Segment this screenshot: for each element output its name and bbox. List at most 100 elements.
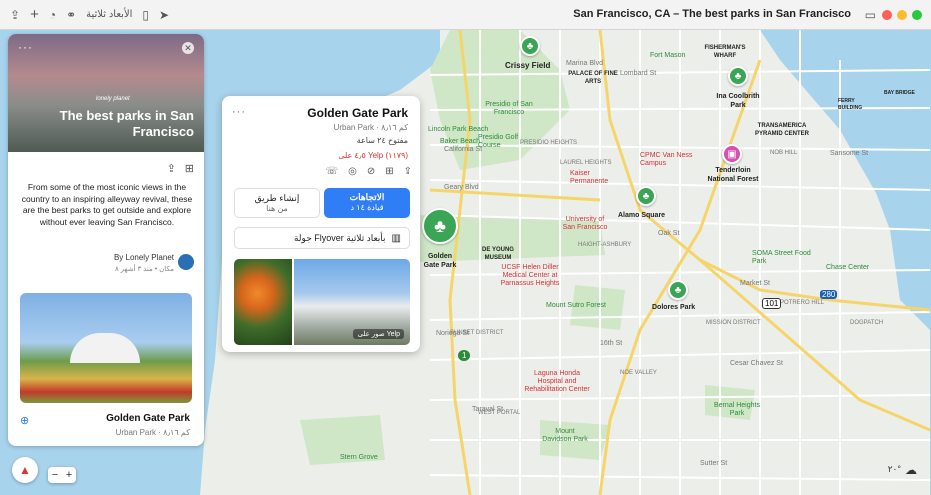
card-subtitle: Urban Park · كم ٨٫١٦: [333, 123, 408, 132]
map-label-dolores-park[interactable]: Dolores Park: [652, 304, 695, 311]
map-label-bay-bridge[interactable]: BAY BRIDGE: [884, 90, 915, 96]
sidebar-toggle-icon[interactable]: ▭: [865, 5, 876, 25]
add-icon[interactable]: +: [30, 5, 39, 25]
photo-flowers[interactable]: [234, 259, 292, 345]
place-subtitle: Urban Park · كم ٨٫١٦: [115, 428, 190, 437]
zoom-in-button[interactable]: +: [66, 469, 72, 481]
add-icon[interactable]: ⊞: [385, 166, 393, 177]
map-label-ucsf[interactable]: UCSF Helen Diller Medical Center at Parn…: [500, 264, 560, 288]
map-label-crissy-field[interactable]: Crissy Field: [505, 61, 550, 70]
map-label-mission[interactable]: MISSION DISTRICT: [706, 320, 761, 326]
street-label: Market St: [740, 280, 770, 287]
map-label-soma-food-park[interactable]: SOMA Street Food Park: [752, 250, 822, 266]
website-icon[interactable]: ◎: [348, 166, 357, 177]
map-label-laguna-honda[interactable]: Laguna Honda Hospital and Rehabilitation…: [522, 370, 592, 394]
map-label-baker-beach[interactable]: Baker Beach: [440, 138, 480, 145]
street-label: Noriega St: [436, 330, 470, 337]
map-label-stern-grove[interactable]: Stern Grove: [340, 454, 378, 461]
map-label-presidio[interactable]: Presidio of San Francisco: [484, 101, 534, 117]
map-label-bernal-heights[interactable]: Bernal Heights Park: [712, 402, 762, 418]
threed-button[interactable]: الأبعاد ثلاثية: [86, 5, 132, 25]
street-label: Sansome St: [830, 150, 869, 157]
guide-hero-image: ··· ✕ lonely planet The best parks in Sa…: [8, 34, 204, 152]
share-icon[interactable]: ⇪: [404, 166, 412, 177]
map-label-tenderloin[interactable]: Tenderloin National Forest: [706, 166, 760, 184]
window-minimize-button[interactable]: [897, 10, 907, 20]
park-pin-icon[interactable]: ♣: [728, 66, 748, 86]
street-label: 16th St: [600, 340, 623, 347]
map-label-de-young[interactable]: DE YOUNG MUSEUM: [478, 246, 518, 262]
map-label-ferry-building[interactable]: FERRY BUILDING: [838, 98, 868, 112]
map-label-golden-gate-park[interactable]: Golden Gate Park: [420, 252, 460, 270]
card-hours: مفتوح ٢٤ ساعة: [356, 136, 408, 145]
map-label-haight-ashbury[interactable]: HAIGHT-ASHBURY: [578, 242, 631, 248]
window-zoom-button[interactable]: [912, 10, 922, 20]
park-pin-icon[interactable]: ♣: [636, 186, 656, 206]
map-label-mount-davidson[interactable]: Mount Davidson Park: [540, 428, 590, 444]
selected-park-pin-icon[interactable]: ♣: [422, 208, 458, 244]
share-icon[interactable]: ⇪: [167, 162, 176, 175]
street-label: Lombard St: [620, 70, 657, 77]
route-shield-280: 280: [820, 290, 838, 299]
map-label-transamerica[interactable]: TRANSAMERICA PYRAMID CENTER: [752, 122, 812, 138]
place-title[interactable]: Golden Gate Park: [106, 413, 190, 424]
flyover-button[interactable]: جولة Flyover بأبعاد ثلاثية ▥: [234, 227, 410, 249]
map-label-fishermans-wharf[interactable]: FISHERMAN'S WHARF: [700, 44, 750, 60]
conservatory-shape: [70, 333, 140, 363]
more-icon[interactable]: ···: [18, 40, 33, 54]
add-icon[interactable]: ⊞: [185, 162, 194, 175]
add-place-icon[interactable]: ⊕: [20, 414, 29, 427]
map-label-usf[interactable]: University of San Francisco: [560, 216, 610, 232]
map-label-fort-mason[interactable]: Fort Mason: [650, 52, 685, 59]
photo-conservatory[interactable]: صور على Yelp: [294, 259, 410, 345]
map-label-presidio-heights[interactable]: PRESIDIO HEIGHTS: [520, 140, 577, 146]
guide-meta: ۸ مكان • منذ ٣ أشهر: [114, 266, 174, 273]
compass-icon[interactable]: ⊘: [367, 166, 375, 177]
location-arrow-icon[interactable]: ➤: [159, 5, 169, 25]
map-label-chase-center[interactable]: Chase Center: [826, 264, 869, 271]
place-photo[interactable]: [20, 293, 192, 403]
map-label-palace-fine-arts[interactable]: PALACE OF FINE ARTS: [568, 70, 618, 86]
binoculars-icon[interactable]: ⚭: [66, 5, 76, 25]
street-label: Marina Blvd: [566, 60, 603, 67]
map-label-noe-valley[interactable]: NOE VALLEY: [620, 370, 657, 376]
route-shield-101: 101: [762, 298, 782, 309]
card-title: Golden Gate Park: [307, 106, 408, 120]
create-route-button[interactable]: إنشاء طريق من هنا: [234, 188, 320, 218]
map-label-potrero-hill[interactable]: POTRERO HILL: [780, 300, 824, 306]
buildings-icon: ▥: [391, 232, 401, 244]
guide-description: From some of the most iconic views in th…: [21, 182, 193, 227]
route-sub: من هنا: [266, 204, 288, 213]
more-icon[interactable]: ···: [232, 106, 246, 118]
map-label-kaiser[interactable]: Kaiser Permanente: [570, 170, 620, 186]
street-label: Oak St: [658, 230, 680, 237]
map-label-cpmc[interactable]: CPMC Van Ness Campus: [640, 152, 700, 168]
map-label-lincoln-park[interactable]: Lincoln Park Beach: [428, 126, 488, 133]
map-label-alamo-square[interactable]: Alamo Square: [618, 212, 665, 219]
phone-icon[interactable]: ☏: [326, 166, 339, 177]
directions-button[interactable]: الاتجاهات قيادة ١٤ د: [324, 188, 410, 218]
share-icon[interactable]: ⇪: [10, 5, 20, 25]
street-label: Taraval St: [472, 406, 504, 413]
card-rating[interactable]: ٤٫٥ على Yelp (١١٧٩): [338, 151, 408, 160]
window-close-button[interactable]: [882, 10, 892, 20]
map-label-ina-coolbrith[interactable]: Ina Coolbrith Park: [708, 92, 768, 110]
guide-author[interactable]: By Lonely Planet: [114, 253, 174, 262]
temperature: ٢٠°: [887, 464, 901, 474]
tracking-icon[interactable]: ◔: [49, 5, 56, 25]
park-pin-icon[interactable]: ♣: [520, 36, 540, 56]
forest-pin-icon[interactable]: ▣: [722, 144, 742, 164]
map-label-dogpatch[interactable]: DOGPATCH: [850, 320, 883, 326]
close-icon[interactable]: ✕: [182, 42, 194, 54]
map-label-mount-sutro[interactable]: Mount Sutro Forest: [546, 302, 606, 309]
photos-caption: صور على Yelp: [353, 329, 404, 339]
park-pin-icon[interactable]: ♣: [668, 280, 688, 300]
zoom-out-button[interactable]: −: [52, 469, 58, 481]
compass[interactable]: ▲: [12, 457, 38, 483]
map-label-nob-hill[interactable]: NOB HILL: [770, 150, 797, 156]
map-mode-icon[interactable]: ▯: [142, 5, 149, 25]
route-label: إنشاء طريق: [254, 193, 300, 203]
place-card: ··· Golden Gate Park Urban Park · كم ٨٫١…: [222, 96, 420, 352]
lonely-planet-logo: lonely planet: [96, 96, 130, 102]
map-label-laurel-heights[interactable]: LAUREL HEIGHTS: [560, 160, 611, 166]
